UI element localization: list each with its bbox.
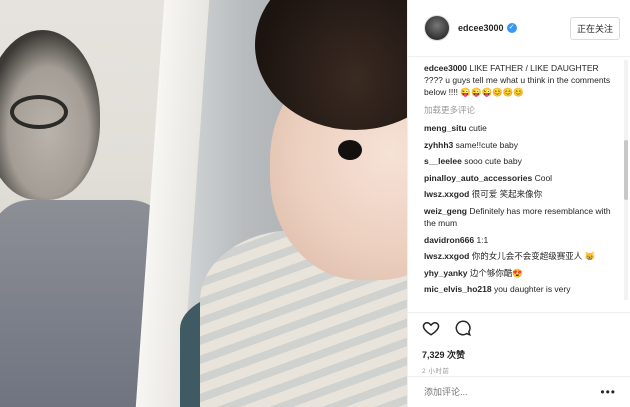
comment-text: 你的女儿会不会变超级赛亚人 😸 — [471, 251, 596, 261]
comment-item: mic_elvis_ho218 you daughter is very — [424, 283, 614, 296]
comment-username[interactable]: mic_elvis_ho218 — [424, 284, 492, 294]
add-comment-bar: ••• — [408, 376, 630, 407]
comment-item: lwsz.xxgod 你的女儿会不会变超级赛亚人 😸 — [424, 250, 614, 263]
baby-hair — [255, 0, 407, 130]
post-timestamp: 2 小时前 — [422, 368, 450, 375]
post-side-panel: edcee3000 ✓ 正在关注 edcee3000 LIKE FATHER /… — [407, 0, 630, 407]
add-comment-input[interactable] — [422, 386, 601, 398]
comment-username[interactable]: pinalloy_auto_accessories — [424, 173, 532, 183]
caption-username[interactable]: edcee3000 — [424, 63, 467, 73]
more-options-button[interactable]: ••• — [600, 385, 616, 399]
comment-item: davidron666 1:1 — [424, 234, 614, 247]
comment-item: s__leelee sooo cute baby — [424, 155, 614, 168]
post-caption: edcee3000 LIKE FATHER / LIKE DAUGHTER ??… — [424, 62, 614, 98]
comment-text: 边个够你酷😍 — [469, 267, 523, 278]
comments-list: edcee3000 LIKE FATHER / LIKE DAUGHTER ??… — [408, 56, 630, 312]
comment-text: 很可爱 笑起来像你 — [471, 189, 543, 199]
comment-item: weiz_geng Definitely has more resemblanc… — [424, 205, 614, 230]
comment-text: Cool — [534, 172, 553, 183]
comment-username[interactable]: davidron666 — [424, 235, 474, 245]
comment-item: yhy_yanky 边个够你酷😍 — [424, 267, 614, 280]
comment-username[interactable]: lwsz.xxgod — [424, 189, 469, 199]
comment-text: sooo cute baby — [464, 156, 522, 166]
comments-scrollbar[interactable] — [624, 60, 628, 300]
post-photo — [0, 0, 407, 407]
comment-username[interactable]: lwsz.xxgod — [424, 251, 469, 261]
avatar[interactable] — [424, 15, 450, 41]
comment-text: same!!cute baby — [455, 139, 519, 150]
heart-icon[interactable] — [422, 319, 440, 342]
comment-item: pinalloy_auto_accessories Cool — [424, 172, 614, 185]
comment-text: 1:1 — [476, 234, 489, 245]
likes-count[interactable]: 7,329 次赞 — [422, 348, 616, 361]
comment-username[interactable]: yhy_yanky — [424, 268, 467, 278]
comment-text: cutie — [468, 123, 487, 133]
glasses — [10, 95, 68, 129]
comment-item: lwsz.xxgod 很可爱 笑起来像你 — [424, 188, 614, 201]
comment-item: meng_situ cutie — [424, 122, 614, 135]
verified-icon: ✓ — [506, 23, 517, 33]
comment-username[interactable]: zyhhh3 — [424, 140, 453, 150]
comment-username[interactable]: s__leelee — [424, 156, 462, 166]
following-button[interactable]: 正在关注 — [569, 16, 620, 40]
comment-username[interactable]: meng_situ — [424, 123, 467, 133]
post-actions: 7,329 次赞 2 小时前 — [408, 312, 630, 381]
comment-text: you daughter is very — [493, 284, 571, 294]
comment-icon[interactable] — [454, 319, 472, 342]
scrollbar-thumb[interactable] — [624, 140, 628, 200]
comment-item: zyhhh3 same!!cute baby — [424, 139, 614, 152]
post-username[interactable]: edcee3000 — [458, 23, 504, 33]
baby-eye — [338, 140, 362, 160]
post-header: edcee3000 ✓ 正在关注 — [408, 0, 630, 57]
load-more-comments-link[interactable]: 加载更多评论 — [424, 104, 614, 116]
comment-username[interactable]: weiz_geng — [424, 206, 467, 216]
